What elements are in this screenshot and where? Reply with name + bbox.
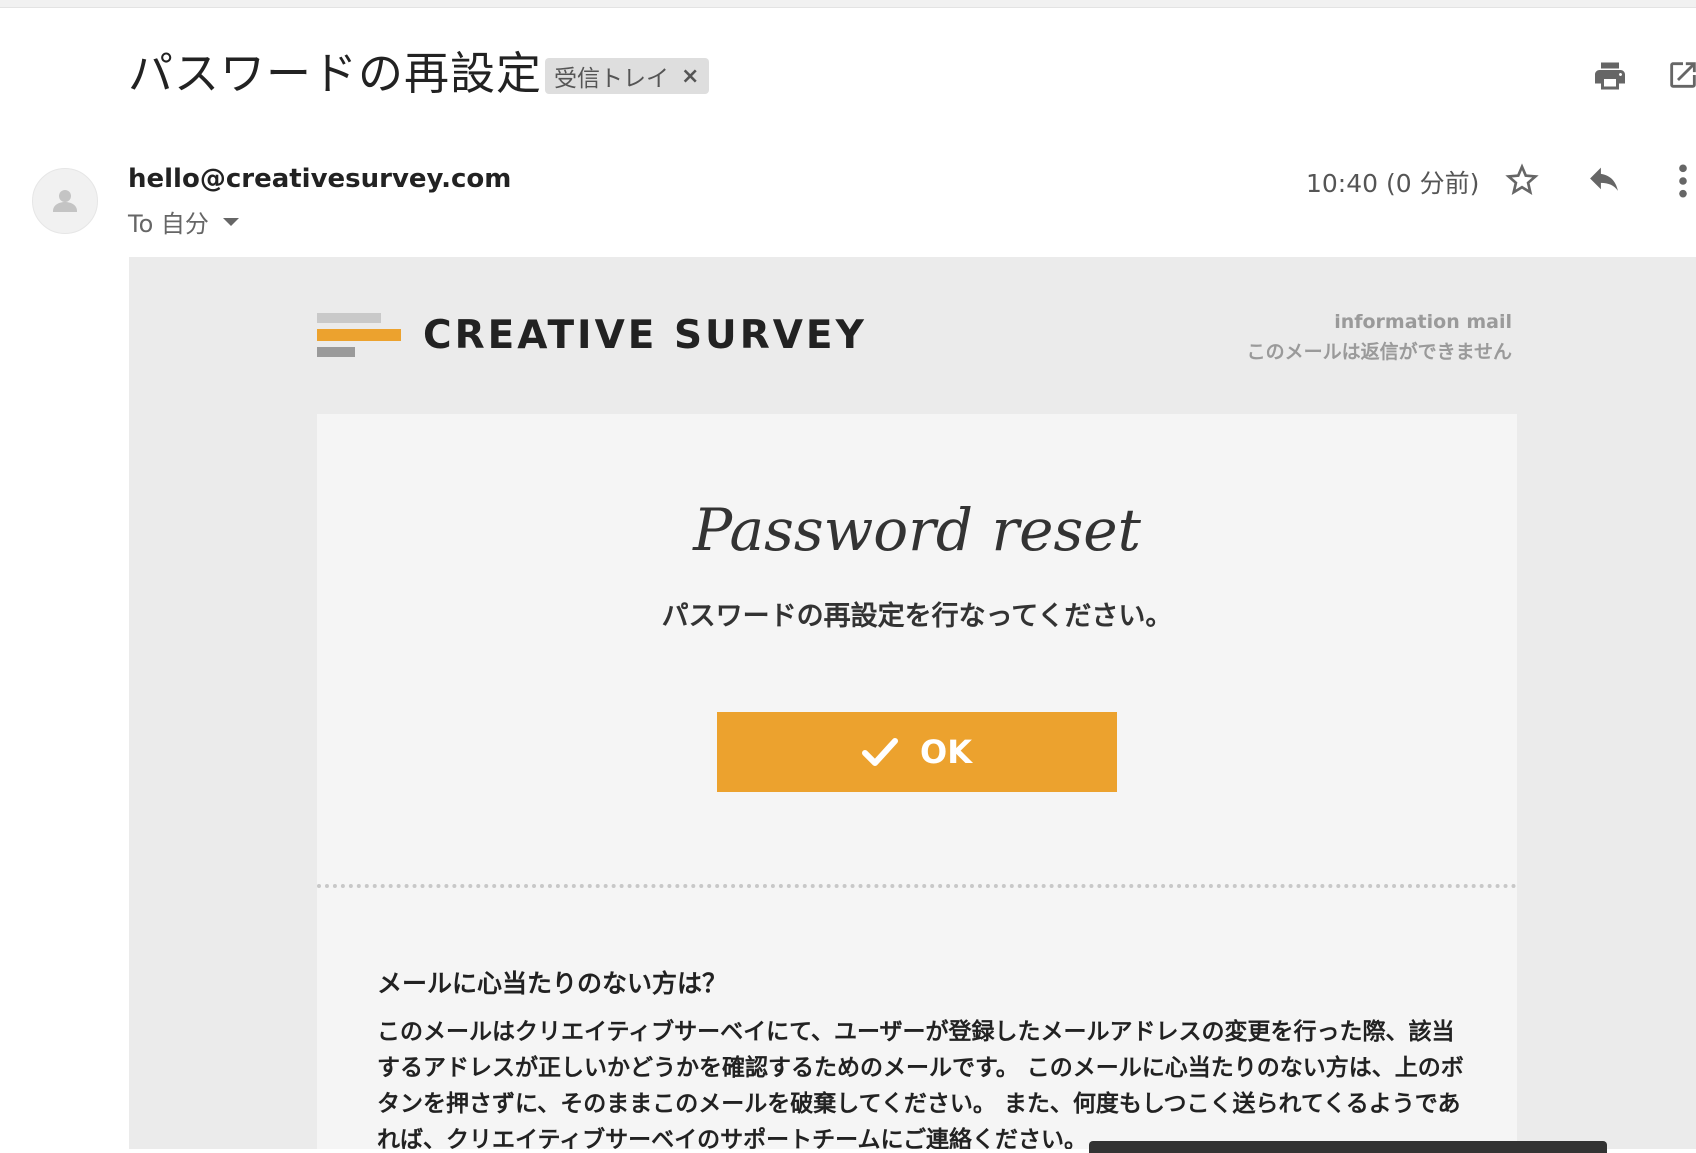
- email-body: CREATIVE SURVEY information mail このメールは返…: [129, 257, 1696, 1149]
- content-card: Password reset パスワードの再設定を行なってください。 OK メー…: [317, 414, 1517, 1149]
- ok-button-label: OK: [920, 733, 972, 771]
- no-reply-notice: このメールは返信ができません: [1246, 341, 1512, 363]
- info-mail-label: information mail: [1334, 311, 1512, 333]
- remove-label-button[interactable]: ×: [681, 64, 699, 89]
- more-vertical-icon[interactable]: [1676, 162, 1690, 200]
- brand-name: CREATIVE SURVEY: [423, 312, 867, 358]
- faq-body: このメールはクリエイティブサーベイにて、ユーザーが登録したメールアドレスの変更を…: [377, 1019, 1464, 1149]
- sender-address[interactable]: hello@creativesurvey.com: [128, 164, 511, 194]
- ok-button[interactable]: OK: [717, 712, 1117, 792]
- password-reset-title: Password reset: [693, 496, 1141, 564]
- password-reset-instruction: パスワードの再設定を行なってください。: [661, 601, 1173, 632]
- reply-icon[interactable]: [1585, 163, 1623, 197]
- email-subject: パスワードの再設定: [128, 47, 543, 100]
- star-outline-icon[interactable]: [1502, 160, 1542, 200]
- sender-avatar[interactable]: [32, 168, 98, 234]
- dotted-divider: [317, 884, 1517, 888]
- recipient-text: To 自分: [128, 210, 209, 238]
- inbox-label-chip[interactable]: 受信トレイ ×: [545, 58, 710, 94]
- person-avatar-icon: [53, 190, 77, 212]
- caret-down-icon: [222, 217, 239, 226]
- open-in-new-window-icon[interactable]: [1666, 58, 1696, 92]
- recipient-details-toggle[interactable]: To 自分: [128, 204, 239, 239]
- bottom-toast-bar: [1089, 1141, 1607, 1153]
- checkmark-icon: [862, 738, 898, 766]
- info-mail-note: information mail このメールは返信ができません: [1247, 307, 1512, 367]
- brand-logo: CREATIVE SURVEY: [317, 311, 867, 359]
- faq-heading: メールに心当たりのない方は？: [377, 969, 728, 998]
- brand-logo-mark: [317, 311, 401, 359]
- print-icon[interactable]: [1592, 58, 1628, 94]
- inbox-label-text: 受信トレイ: [554, 66, 669, 92]
- email-timestamp: 10:40 (0 分前): [1306, 169, 1480, 198]
- top-border: [0, 0, 1696, 8]
